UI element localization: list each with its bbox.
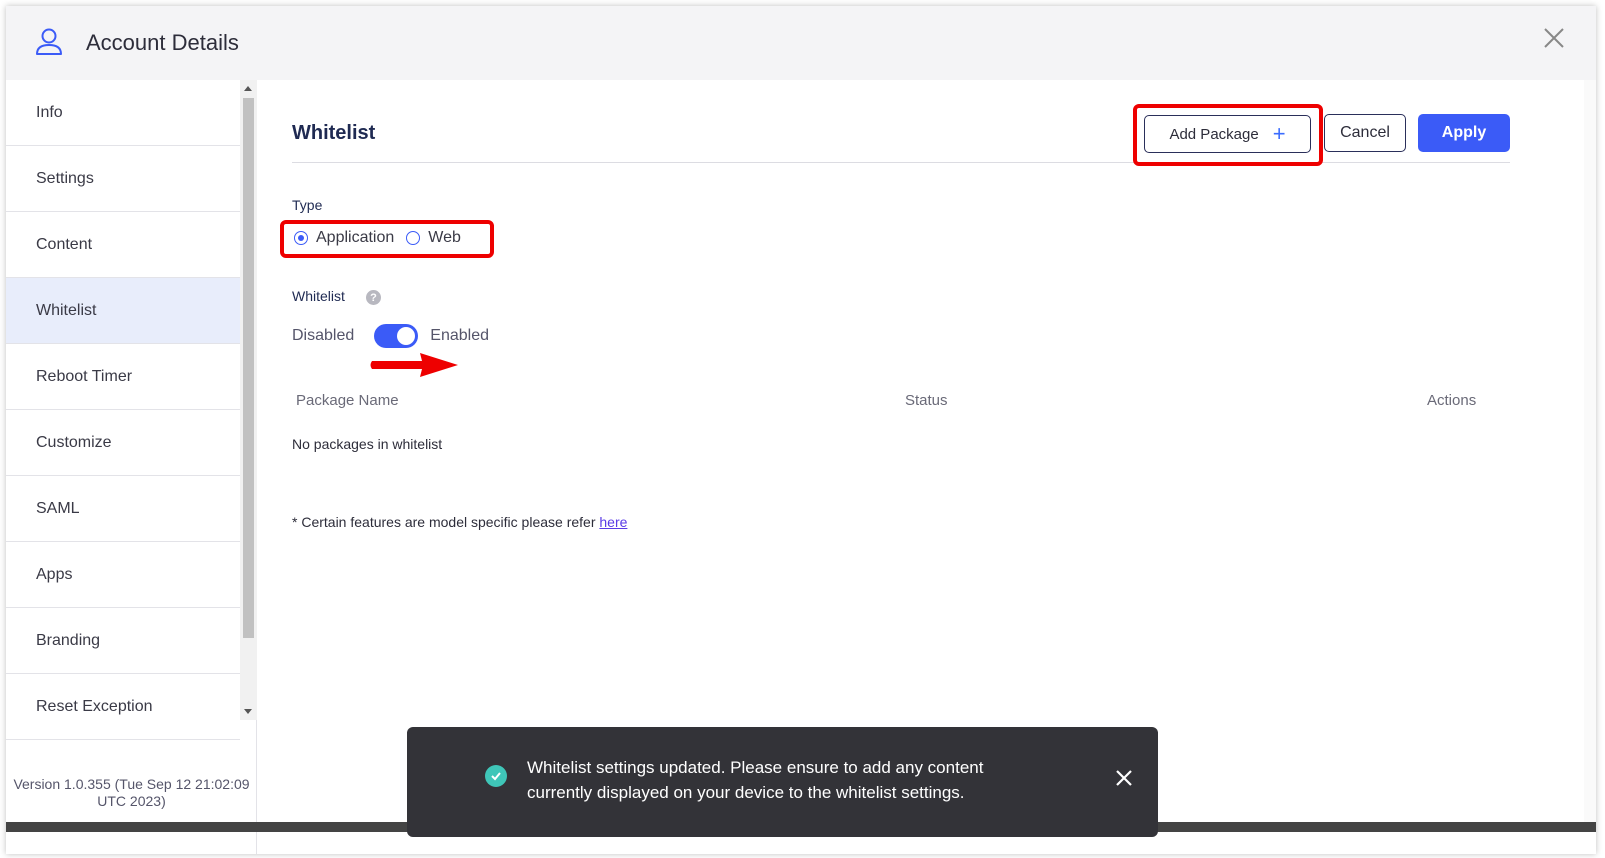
empty-table-message: No packages in whitelist [292,436,443,452]
plus-icon: + [1272,121,1286,146]
help-icon[interactable]: ? [366,290,381,305]
sidebar-item-label: Settings [36,169,94,187]
sidebar-item-apps[interactable]: Apps [6,542,240,608]
sidebar-item-label: Content [36,235,93,253]
toast-close-icon[interactable] [1115,769,1133,787]
toast-message-line1: Whitelist settings updated. Please ensur… [527,758,984,777]
sidebar: Info Settings Content Whitelist Reboot T… [6,80,257,854]
sidebar-item-whitelist[interactable]: Whitelist [6,278,240,344]
toast-message-line2: currently displayed on your device to th… [527,783,965,802]
check-icon [491,772,501,781]
sidebar-item-reset-exception[interactable]: Reset Exception [6,674,240,740]
add-package-label: Add Package [1169,125,1259,143]
account-details-window: Account Details Info Settings Content Wh… [6,6,1596,854]
type-radio-group: Application Web [294,229,473,247]
radio-web-label[interactable]: Web [428,229,461,247]
model-note: * Certain features are model specific pl… [292,514,627,530]
sidebar-item-label: Apps [36,565,73,583]
close-icon[interactable] [1542,26,1566,50]
sidebar-item-label: Reset Exception [36,697,153,715]
sidebar-item-label: Branding [36,631,101,649]
window-header: Account Details [6,6,1596,80]
sidebar-item-label: Info [36,103,63,121]
scroll-up-arrow-icon[interactable] [244,86,252,91]
sidebar-item-label: SAML [36,499,80,517]
column-header-status[interactable]: Status [905,392,948,409]
cancel-button[interactable]: Cancel [1324,114,1406,152]
column-header-actions: Actions [1427,392,1477,409]
sidebar-item-label: Reboot Timer [36,367,133,385]
radio-application-label[interactable]: Application [316,229,394,247]
page-title: Account Details [86,30,239,55]
toggle-disabled-label: Disabled [292,327,355,344]
add-package-button[interactable]: Add Package + [1144,115,1311,153]
check-circle-icon [485,765,507,787]
sidebar-item-info[interactable]: Info [6,80,240,146]
sidebar-item-reboot-timer[interactable]: Reboot Timer [6,344,240,410]
model-note-text: * Certain features are model specific pl… [292,514,600,530]
sidebar-item-saml[interactable]: SAML [6,476,240,542]
version-info: Version 1.0.355 (Tue Sep 12 21:02:09 UTC… [13,776,250,809]
whitelist-toggle-row: Disabled Enabled [292,324,489,348]
whitelist-toggle[interactable] [374,324,419,348]
column-header-package-name[interactable]: Package Name [296,392,399,409]
radio-selected-dot [298,235,304,241]
red-arrow-icon [370,353,458,377]
sidebar-item-branding[interactable]: Branding [6,608,240,674]
apply-button[interactable]: Apply [1418,114,1510,152]
sidebar-nav: Info Settings Content Whitelist Reboot T… [6,80,240,740]
toggle-knob [397,327,416,345]
title-divider [292,162,1510,163]
scrollbar-thumb[interactable] [243,98,254,638]
section-title: Whitelist [292,122,376,144]
radio-web[interactable] [406,231,421,245]
sidebar-item-customize[interactable]: Customize [6,410,240,476]
type-label: Type [292,197,323,213]
sidebar-item-label: Customize [36,433,112,451]
toggle-enabled-label: Enabled [430,327,489,344]
whitelist-label: Whitelist [292,288,345,304]
scroll-down-arrow-icon[interactable] [244,709,252,714]
main-scrollbar[interactable] [1584,80,1596,822]
sidebar-item-content[interactable]: Content [6,212,240,278]
radio-application[interactable] [294,231,308,245]
sidebar-item-settings[interactable]: Settings [6,146,240,212]
success-toast: Whitelist settings updated. Please ensur… [407,727,1158,837]
sidebar-item-label: Whitelist [36,301,97,319]
toast-message: Whitelist settings updated. Please ensur… [527,755,1047,805]
sidebar-scrollbar[interactable] [240,80,257,720]
model-note-link[interactable]: here [599,514,627,530]
user-icon [36,28,62,55]
